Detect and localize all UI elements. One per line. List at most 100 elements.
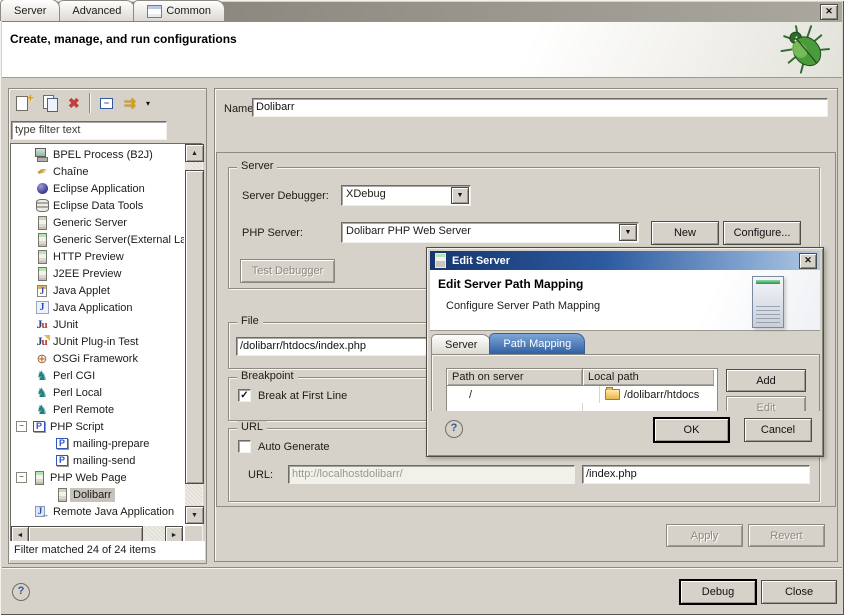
server-debugger-label: Server Debugger:: [242, 189, 329, 203]
tree-item-php-script[interactable]: −PHP Script: [12, 418, 184, 435]
tree-item-java-applet[interactable]: Java Applet: [12, 282, 184, 299]
tree-item-label: Chaîne: [50, 165, 91, 179]
table-row[interactable]: / /dolibarr/htdocs: [447, 386, 717, 403]
collapse-toggle-icon[interactable]: −: [16, 472, 27, 483]
close-window-button[interactable]: ✕: [820, 4, 838, 20]
chaine-icon: [34, 165, 50, 179]
tree-item-php-web-page[interactable]: −PHP Web Page: [12, 469, 184, 486]
dialog-heading: Edit Server Path Mapping: [438, 277, 583, 291]
name-input[interactable]: [253, 99, 833, 115]
tree-vertical-scrollbar[interactable]: ▲ ▼: [185, 144, 202, 524]
revert-button[interactable]: Revert: [748, 524, 825, 547]
dropdown-arrow-icon[interactable]: ▼: [619, 224, 637, 241]
debug-window: Debug ✕ Create, manage, and run configur…: [0, 0, 844, 615]
tree-item-mailing-prepare[interactable]: mailing-prepare: [12, 435, 184, 452]
server-debugger-select[interactable]: XDebug ▼: [341, 185, 471, 206]
dialog-close-button[interactable]: ✕: [799, 253, 817, 269]
base-url-input: [289, 466, 580, 482]
tree-item-label: Generic Server(External La: [50, 233, 184, 247]
url-group-label: URL: [237, 421, 267, 434]
tree-item-label: mailing-prepare: [70, 437, 152, 451]
tab-server[interactable]: Server: [0, 0, 60, 21]
dialog-tab-path-mapping[interactable]: Path Mapping: [489, 333, 585, 354]
tree-item-label: Eclipse Application: [50, 182, 148, 196]
tree-item-perl-remote[interactable]: Perl Remote: [12, 401, 184, 418]
apply-button[interactable]: Apply: [666, 524, 743, 547]
filter-launch-configurations-icon[interactable]: [124, 94, 144, 114]
column-path-on-server[interactable]: Path on server: [447, 369, 583, 386]
tree-item-label: Generic Server: [50, 216, 130, 230]
server-icon: [54, 488, 70, 502]
collapse-all-icon[interactable]: [98, 94, 118, 114]
server-group-label: Server: [237, 160, 277, 173]
collapse-toggle-icon[interactable]: −: [16, 421, 27, 432]
tree-item-label: OSGi Framework: [50, 352, 141, 366]
scrollbar-corner: [185, 526, 202, 542]
applet-icon: [34, 284, 50, 298]
url-path-input[interactable]: [583, 466, 815, 482]
duplicate-configuration-icon[interactable]: [41, 94, 61, 114]
break-at-first-line-checkbox[interactable]: ✓: [238, 389, 251, 402]
delete-configuration-icon[interactable]: [66, 94, 86, 114]
tab-advanced[interactable]: Advanced: [58, 0, 135, 21]
tree-item-eclipse-data-tools[interactable]: Eclipse Data Tools: [12, 197, 184, 214]
tree-item-junit[interactable]: JUnit: [12, 316, 184, 333]
tree-item-label: mailing-send: [70, 454, 138, 468]
tree-item-java-application[interactable]: Java Application: [12, 299, 184, 316]
url-label: URL:: [248, 468, 273, 482]
dialog-tab-server[interactable]: Server: [431, 334, 491, 354]
tree-item-dolibarr[interactable]: Dolibarr: [12, 486, 184, 503]
help-button[interactable]: [12, 583, 30, 601]
tree-item-generic-server[interactable]: Generic Server: [12, 214, 184, 231]
tree-item-perl-cgi[interactable]: Perl CGI: [12, 367, 184, 384]
cancel-button[interactable]: Cancel: [744, 418, 812, 442]
vertical-scroll-thumb[interactable]: [185, 170, 204, 484]
tree-item-mailing-send[interactable]: mailing-send: [12, 452, 184, 469]
php-icon: [31, 420, 47, 434]
scroll-down-button[interactable]: ▼: [185, 506, 204, 524]
filter-input[interactable]: [12, 122, 172, 138]
php-server-select[interactable]: Dolibarr PHP Web Server ▼: [341, 222, 639, 243]
tree-item-perl-local[interactable]: Perl Local: [12, 384, 184, 401]
tree-item-http-preview[interactable]: HTTP Preview: [12, 248, 184, 265]
dialog-button-bar: OK Cancel: [430, 411, 820, 453]
new-configuration-icon[interactable]: [14, 94, 34, 114]
local-path-cell: /dolibarr/htdocs: [600, 386, 731, 403]
close-button[interactable]: Close: [761, 580, 837, 604]
configure-server-button[interactable]: Configure...: [723, 221, 801, 245]
scroll-up-button[interactable]: ▲: [185, 144, 204, 162]
tree-item-label: Dolibarr: [70, 488, 115, 502]
php-icon: [54, 437, 70, 451]
tab-common[interactable]: Common: [133, 0, 225, 21]
tree-item-j2ee-preview[interactable]: J2EE Preview: [12, 265, 184, 282]
new-server-button[interactable]: New: [651, 221, 719, 245]
tree-item-generic-server-external-la[interactable]: Generic Server(External La: [12, 231, 184, 248]
tree-item-cha-ne[interactable]: Chaîne: [12, 163, 184, 180]
ok-button[interactable]: OK: [654, 418, 729, 442]
dialog-help-button[interactable]: [445, 420, 463, 438]
auto-generate-label: Auto Generate: [258, 440, 330, 454]
path-mapping-content: Path on server Local path / /dolibarr/ht…: [431, 354, 820, 413]
test-debugger-button[interactable]: Test Debugger: [240, 259, 335, 283]
php-icon: [54, 454, 70, 468]
server-tower-graphic: [752, 276, 784, 328]
tree-item-bpel-process-b2j-[interactable]: BPEL Process (B2J): [12, 146, 184, 163]
debug-button[interactable]: Debug: [680, 580, 756, 604]
filter-menu-caret-icon[interactable]: ▾: [146, 99, 150, 108]
tree-horizontal-scrollbar[interactable]: ◄ ►: [11, 526, 183, 542]
tree-item-remote-java-application[interactable]: Remote Java Application: [12, 503, 184, 520]
tree-item-label: Eclipse Data Tools: [50, 199, 146, 213]
dropdown-arrow-icon[interactable]: ▼: [451, 187, 469, 204]
column-local-path[interactable]: Local path: [583, 369, 714, 386]
php-server-label: PHP Server:: [242, 226, 303, 240]
path-mapping-table: Path on server Local path / /dolibarr/ht…: [446, 368, 718, 413]
tree-item-osgi-framework[interactable]: OSGi Framework: [12, 350, 184, 367]
tree-item-label: BPEL Process (B2J): [50, 148, 156, 162]
name-field-wrap: [252, 98, 828, 117]
auto-generate-checkbox[interactable]: [238, 440, 251, 453]
tree-item-eclipse-application[interactable]: Eclipse Application: [12, 180, 184, 197]
junit-plugin-icon: [34, 335, 50, 349]
dialog-title-bar[interactable]: Edit Server ✕: [430, 251, 820, 270]
add-mapping-button[interactable]: Add: [726, 369, 806, 392]
tree-item-junit-plug-in-test[interactable]: JUnit Plug-in Test: [12, 333, 184, 350]
